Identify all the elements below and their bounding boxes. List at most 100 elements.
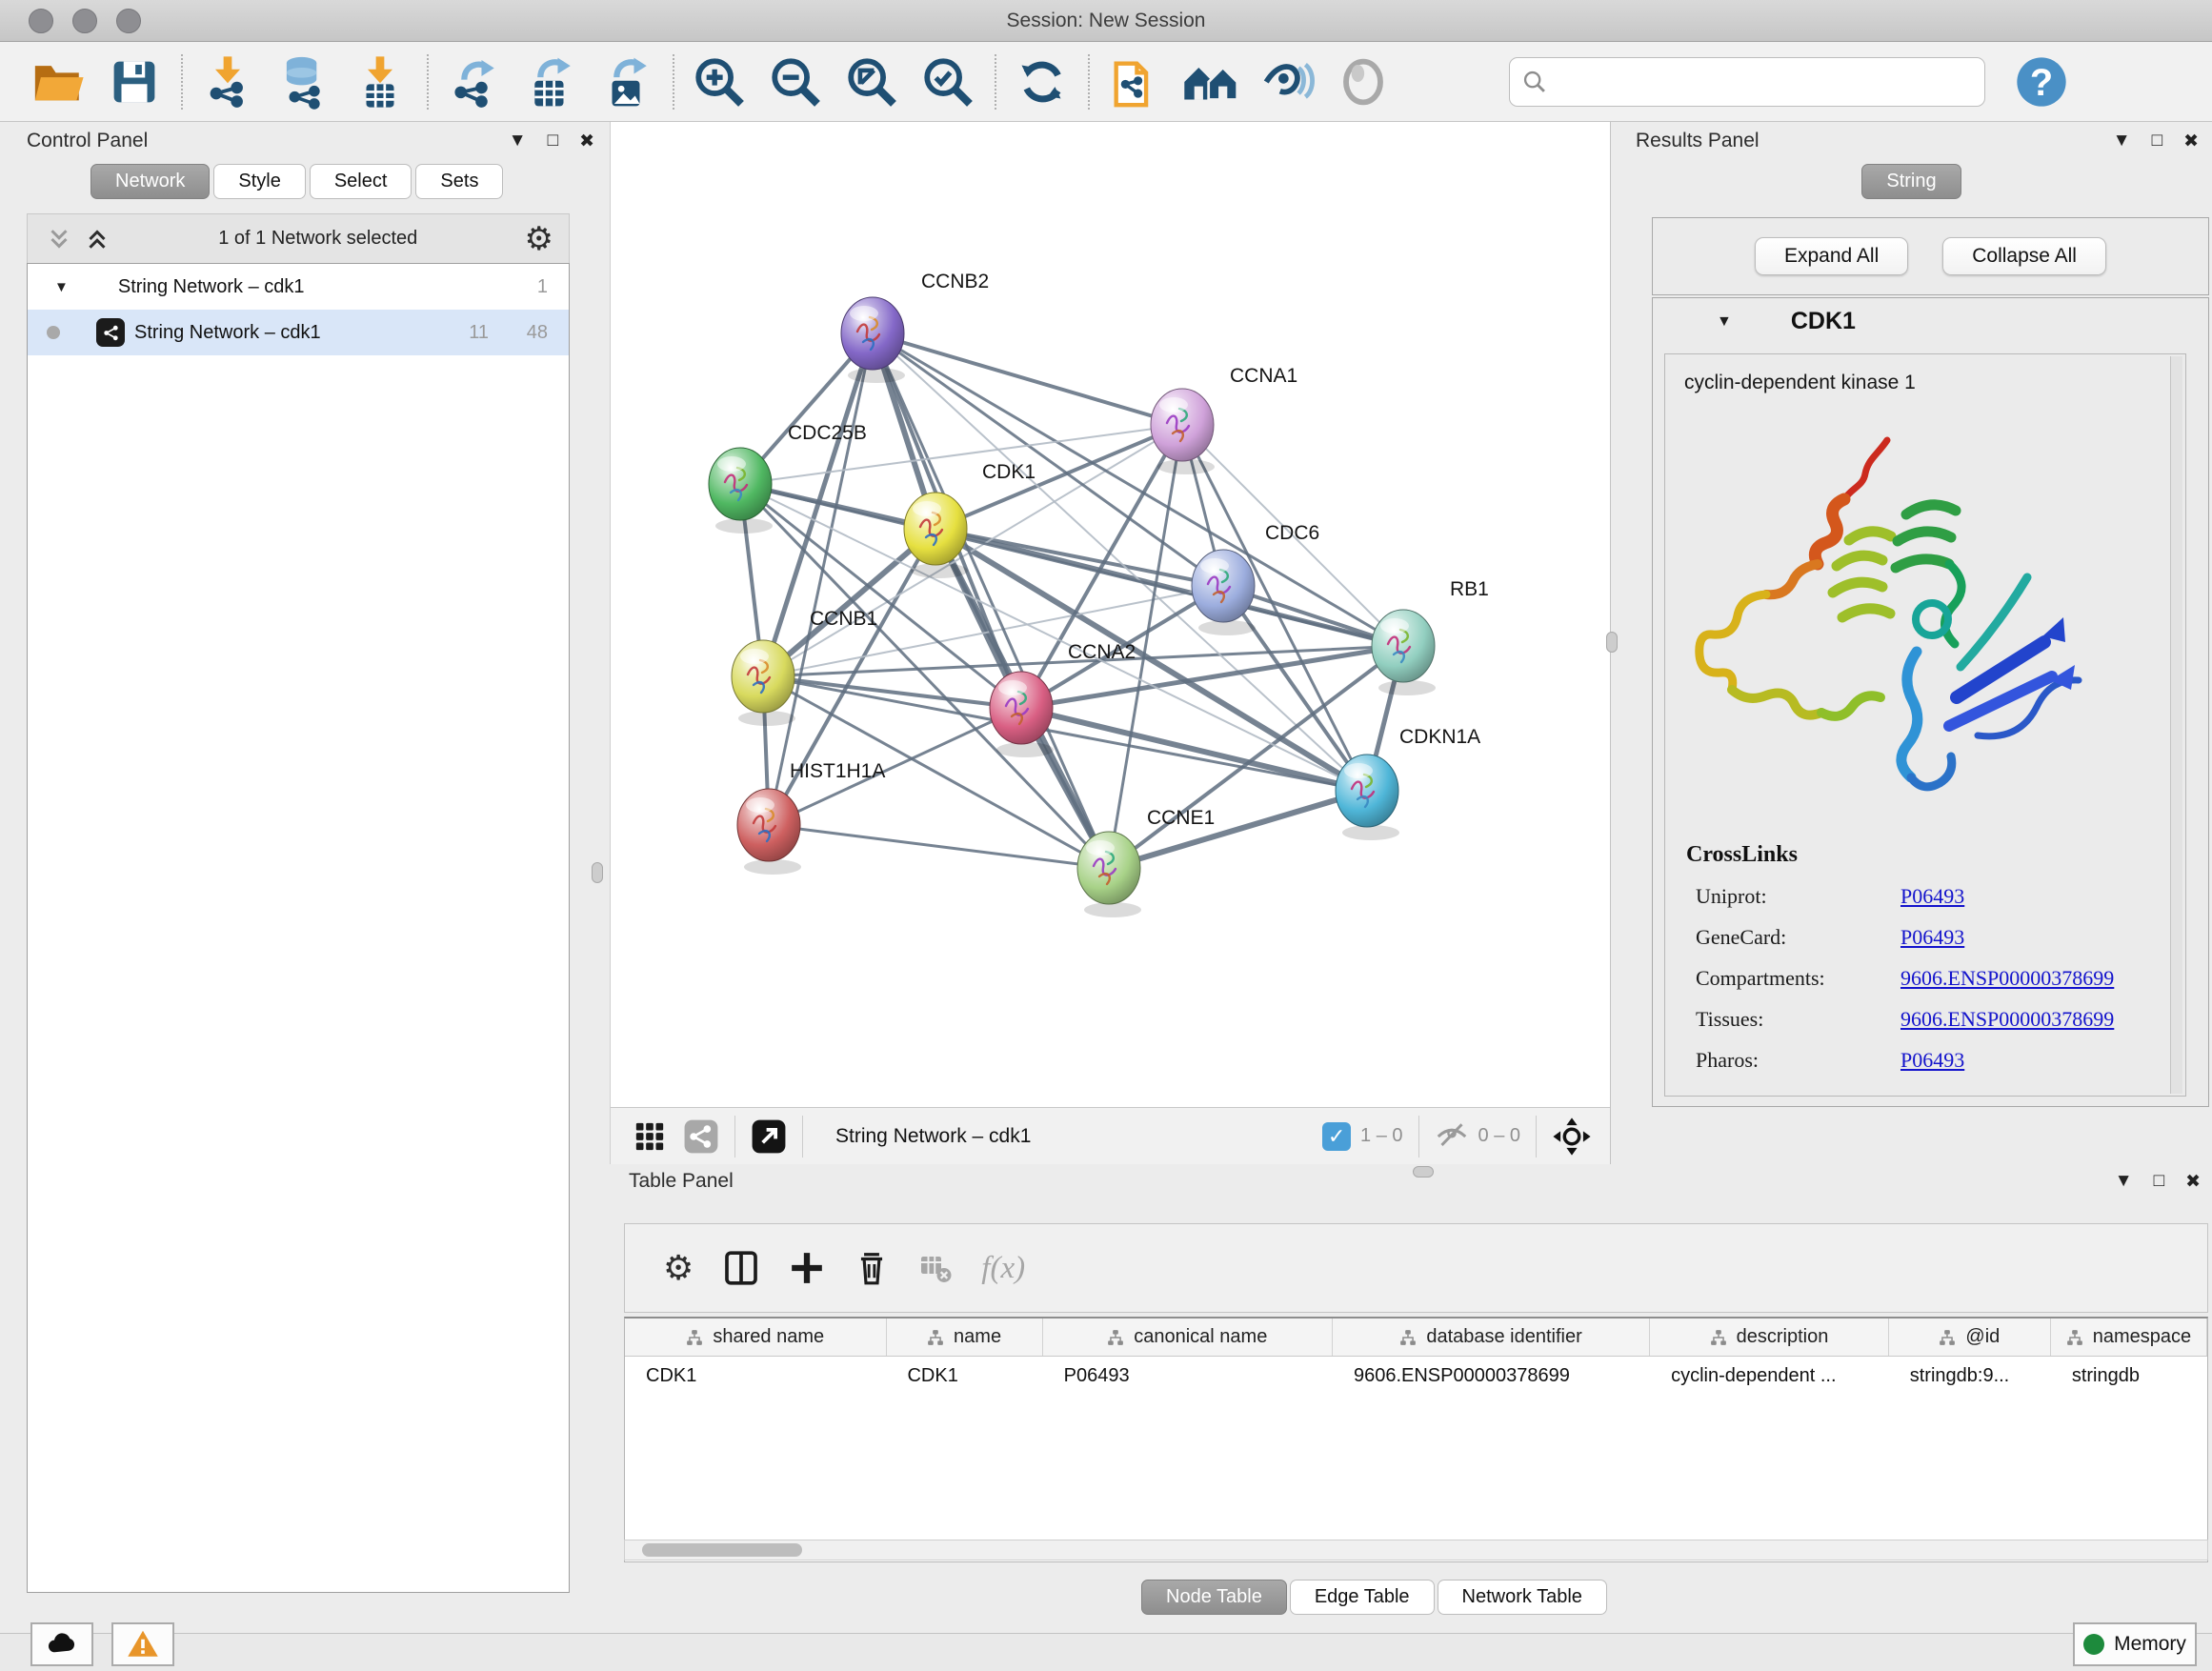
- tab-style[interactable]: Style: [213, 164, 305, 199]
- warning-button[interactable]: [111, 1622, 174, 1666]
- show-eye-button[interactable]: [1332, 50, 1395, 113]
- search-box[interactable]: [1509, 57, 1985, 107]
- refresh-button[interactable]: [1010, 50, 1073, 113]
- tab-edge-table[interactable]: Edge Table: [1290, 1580, 1435, 1615]
- help-button[interactable]: ?: [2010, 50, 2073, 113]
- export-table-button[interactable]: [518, 50, 581, 113]
- columns-icon[interactable]: [722, 1249, 760, 1287]
- panel-menu-caret[interactable]: ▼: [2115, 1171, 2133, 1192]
- tab-network-table[interactable]: Network Table: [1438, 1580, 1607, 1615]
- table-cell[interactable]: P06493: [1043, 1365, 1333, 1387]
- network-canvas[interactable]: CCNB2CCNA1CDC25BCDK1CDC6RB1CCNB1CCNA2CDK…: [610, 122, 1610, 1164]
- string-view-button[interactable]: [683, 1118, 719, 1155]
- network-collection-row[interactable]: ▼ String Network – cdk1 1: [28, 264, 569, 310]
- export-network-button[interactable]: [442, 50, 505, 113]
- import-network-database-button[interactable]: [272, 50, 335, 113]
- net-toolbar-separator: [802, 1116, 803, 1158]
- graph-node-CDKN1A[interactable]: CDKN1A: [1336, 726, 1480, 840]
- tab-network[interactable]: Network: [90, 164, 210, 199]
- zoom-fit-button[interactable]: [840, 50, 903, 113]
- panel-menu-caret[interactable]: ▼: [2113, 131, 2131, 151]
- crosslink-link[interactable]: P06493: [1900, 1048, 1964, 1073]
- export-image-button[interactable]: [594, 50, 657, 113]
- control-panel: Control Panel ▼ □ ✖ Network Style Select…: [0, 122, 610, 1633]
- column-header-name[interactable]: name: [887, 1319, 1043, 1356]
- graph-node-RB1[interactable]: RB1: [1372, 578, 1489, 695]
- graph-node-CCNA1[interactable]: CCNA1: [1151, 365, 1297, 474]
- table-hscrollbar[interactable]: [624, 1540, 2208, 1560]
- hscroll-thumb[interactable]: [642, 1543, 802, 1557]
- right-splitter-handle[interactable]: [1606, 632, 1618, 653]
- column-header-id[interactable]: @id: [1889, 1319, 2051, 1356]
- panel-float-button[interactable]: □: [2154, 1171, 2164, 1192]
- panel-close-button[interactable]: ✖: [2183, 131, 2199, 152]
- column-header-namespace[interactable]: namespace: [2051, 1319, 2207, 1356]
- tree-expand-caret[interactable]: ▼: [54, 279, 69, 295]
- crosslink-link[interactable]: P06493: [1900, 884, 1964, 909]
- collapse-all-chevron-icon[interactable]: [45, 225, 73, 253]
- table-cell[interactable]: 9606.ENSP00000378699: [1333, 1365, 1650, 1387]
- panel-float-button[interactable]: □: [548, 131, 558, 151]
- panel-float-button[interactable]: □: [2152, 131, 2162, 151]
- column-header-databaseidentifier[interactable]: database identifier: [1333, 1319, 1650, 1356]
- net-toolbar-separator: [1536, 1116, 1537, 1158]
- gene-expand-caret[interactable]: ▼: [1717, 313, 1732, 331]
- tab-sets[interactable]: Sets: [415, 164, 503, 199]
- network-graph[interactable]: CCNB2CCNA1CDC25BCDK1CDC6RB1CCNB1CCNA2CDK…: [611, 122, 1611, 1107]
- table-cell[interactable]: stringdb: [2051, 1365, 2207, 1387]
- birdseye-navigator-button[interactable]: [1552, 1117, 1592, 1157]
- crosslink-label: Uniprot:: [1696, 884, 1900, 909]
- collapse-all-button[interactable]: Collapse All: [1942, 237, 2106, 275]
- import-table-button[interactable]: [349, 50, 412, 113]
- bottom-splitter-handle[interactable]: [1413, 1166, 1434, 1178]
- left-splitter-handle[interactable]: [592, 862, 603, 883]
- crosslink-link[interactable]: 9606.ENSP00000378699: [1900, 1007, 2114, 1032]
- table-cell[interactable]: stringdb:9...: [1889, 1365, 2051, 1387]
- add-column-icon[interactable]: [789, 1250, 825, 1286]
- graph-node-HIST1H1A[interactable]: HIST1H1A: [737, 760, 885, 875]
- table-cell[interactable]: cyclin-dependent ...: [1650, 1365, 1889, 1387]
- tab-node-table[interactable]: Node Table: [1141, 1580, 1287, 1615]
- expand-all-button[interactable]: Expand All: [1755, 237, 1908, 275]
- crosslink-link[interactable]: P06493: [1900, 925, 1964, 950]
- table-row[interactable]: CDK1CDK1P064939606.ENSP00000378699cyclin…: [625, 1357, 2207, 1395]
- delete-column-icon[interactable]: [854, 1250, 890, 1286]
- gene-panel-scrollbar[interactable]: [2170, 356, 2182, 1094]
- expand-all-chevron-icon[interactable]: [83, 225, 111, 253]
- tab-string[interactable]: String: [1861, 164, 1961, 199]
- zoom-in-button[interactable]: [688, 50, 751, 113]
- homes-button[interactable]: [1179, 50, 1242, 113]
- selected-checkbox[interactable]: ✓: [1322, 1122, 1351, 1151]
- main-toolbar: ?: [0, 42, 2212, 122]
- panel-close-button[interactable]: ✖: [2185, 1171, 2201, 1193]
- gene-name: CDK1: [1791, 308, 1856, 335]
- node-table[interactable]: shared namenamecanonical namedatabase id…: [624, 1317, 2208, 1562]
- memory-button[interactable]: Memory: [2073, 1622, 2197, 1666]
- cloud-button[interactable]: [30, 1622, 93, 1666]
- import-network-file-button[interactable]: [196, 50, 259, 113]
- network-row[interactable]: String Network – cdk1 11 48: [28, 310, 569, 355]
- open-view-button[interactable]: [751, 1118, 787, 1155]
- search-input[interactable]: [1556, 70, 1956, 92]
- grid-mode-button[interactable]: [633, 1120, 666, 1153]
- column-header-sharedname[interactable]: shared name: [625, 1319, 887, 1356]
- zoom-selected-button[interactable]: [916, 50, 979, 113]
- graph-node-CCNE1[interactable]: CCNE1: [1077, 807, 1215, 917]
- tab-select[interactable]: Select: [310, 164, 412, 199]
- network-from-clipboard-button[interactable]: [1103, 50, 1166, 113]
- table-cell[interactable]: CDK1: [625, 1365, 886, 1387]
- table-gear-icon[interactable]: ⚙: [663, 1248, 694, 1288]
- column-header-description[interactable]: description: [1650, 1319, 1889, 1356]
- hide-eye-button[interactable]: [1256, 50, 1318, 113]
- graph-node-CDK1[interactable]: CDK1: [904, 461, 1036, 578]
- crosslink-link[interactable]: 9606.ENSP00000378699: [1900, 966, 2114, 991]
- save-session-button[interactable]: [103, 50, 166, 113]
- table-cell[interactable]: CDK1: [886, 1365, 1042, 1387]
- graph-node-CCNB2[interactable]: CCNB2: [841, 271, 989, 383]
- panel-close-button[interactable]: ✖: [579, 131, 594, 152]
- column-header-canonicalname[interactable]: canonical name: [1043, 1319, 1333, 1356]
- open-session-button[interactable]: [27, 50, 90, 113]
- gear-icon[interactable]: ⚙: [525, 220, 553, 258]
- zoom-out-button[interactable]: [764, 50, 827, 113]
- panel-menu-caret[interactable]: ▼: [509, 131, 527, 151]
